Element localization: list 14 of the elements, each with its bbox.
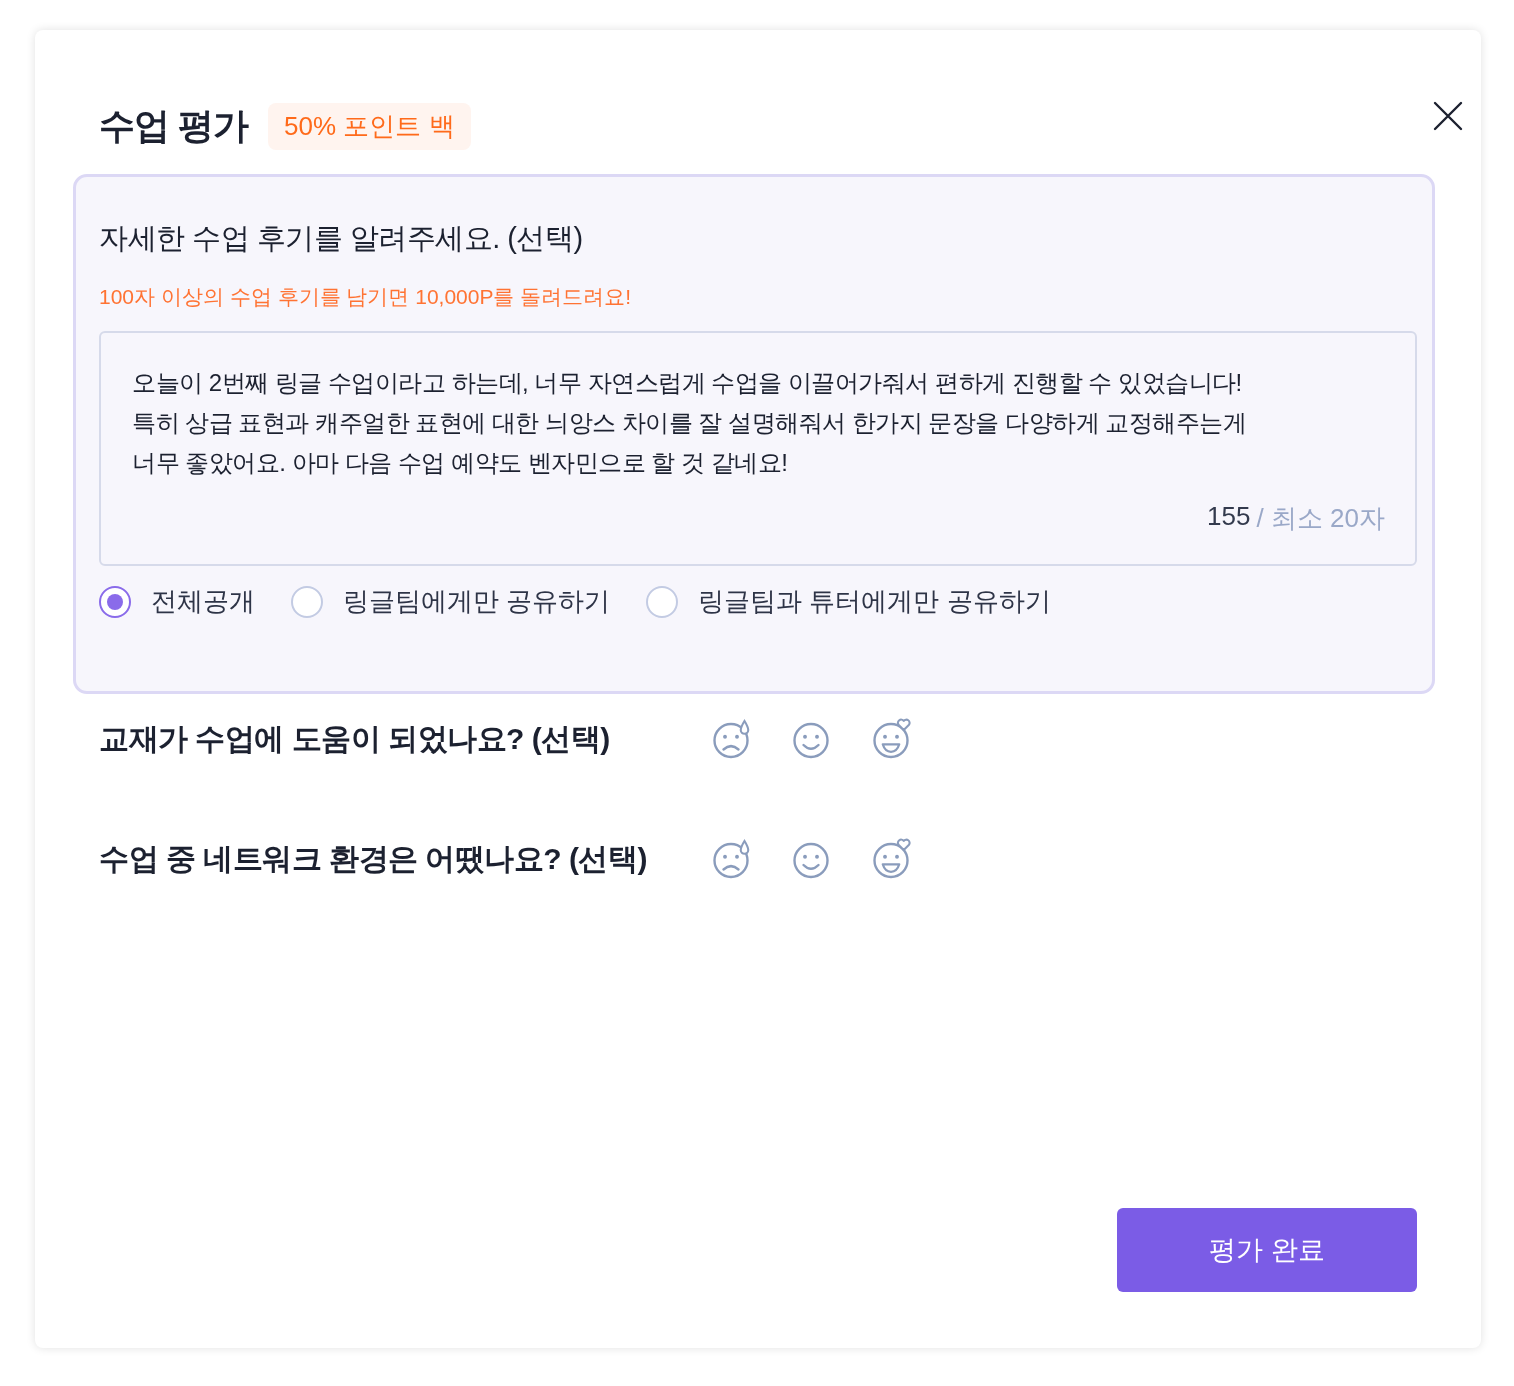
submit-button[interactable]: 평가 완료	[1117, 1208, 1417, 1292]
visibility-option[interactable]: 전체공개	[99, 584, 255, 619]
review-input-field[interactable]: 오늘이 2번째 링글 수업이라고 하는데, 너무 자연스럽게 수업을 이끌어가줘서 편하게 진행할 수 있었습니다! 특히 상급 표현과 캐주얼한 표현에 대한 늬앙스 차이를 잘 설명해줘서 한가지 문장을 다양하게 교정해주는게 너무 좋았어요. 아마 다음 수업 예약도 벤자민으로 할 것 같네요! 155 / 최소 20자	[99, 331, 1417, 566]
visibility-option[interactable]: 링글팀과 튜터에게만 공유하기	[646, 584, 1051, 619]
dialog-title: 수업 평가	[99, 103, 248, 148]
review-hint: 100자 이상의 수업 후기를 남기면 10,000P를 돌려드려요!	[99, 284, 633, 310]
character-count: 155	[1207, 501, 1251, 533]
minimum-length-label: / 최소 20자	[1256, 502, 1385, 535]
visibility-option[interactable]: 링글팀에게만 공유하기	[291, 584, 611, 619]
rating-question: 교재가 수업에 도움이 되었나요? (선택)	[99, 720, 611, 757]
review-question: 자세한 수업 후기를 알려주세요. (선택)	[99, 221, 584, 256]
rating-question: 수업 중 네트워크 환경은 어땠나요? (선택)	[99, 840, 648, 877]
close-button[interactable]	[1432, 100, 1464, 132]
point-back-badge: 50% 포인트 백	[268, 102, 471, 150]
